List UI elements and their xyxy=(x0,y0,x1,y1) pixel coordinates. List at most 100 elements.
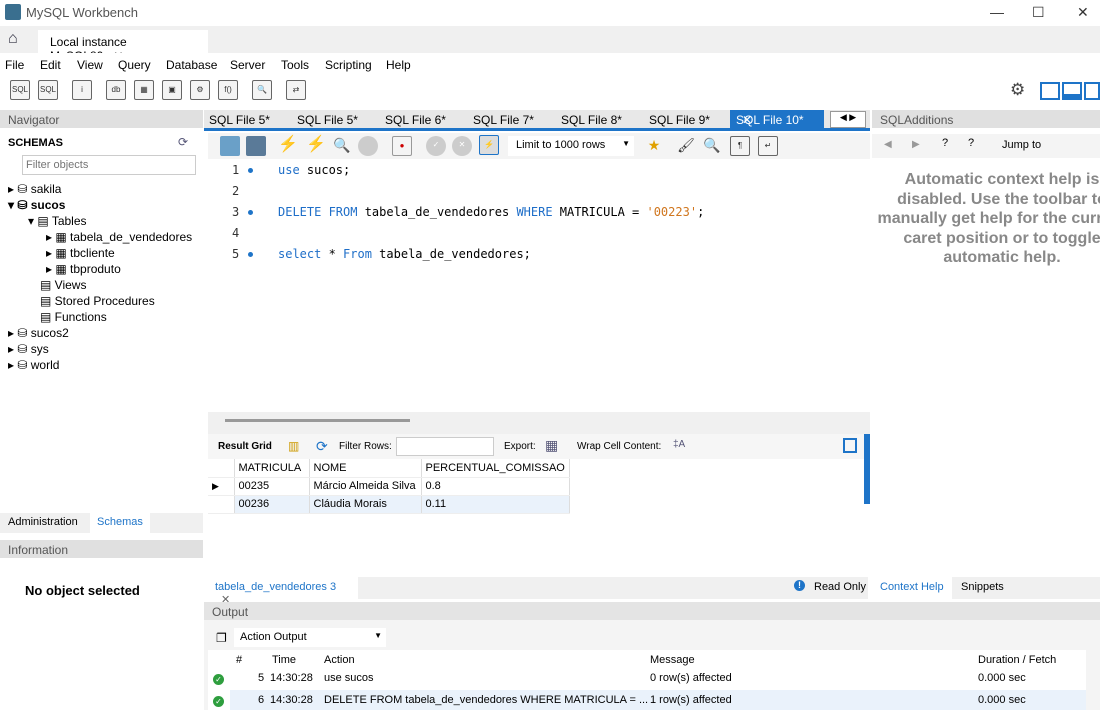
search-table-data-icon[interactable]: 🔍 xyxy=(252,80,272,100)
cell[interactable]: 0.11 xyxy=(421,495,570,514)
menu-query[interactable]: Query xyxy=(118,58,151,72)
create-function-icon[interactable]: f() xyxy=(218,80,238,100)
menu-scripting[interactable]: Scripting xyxy=(325,58,372,72)
refresh-icon[interactable]: ⟳ xyxy=(316,438,328,455)
cell[interactable]: 0.8 xyxy=(421,477,570,496)
column-header[interactable]: PERCENTUAL_COMISSAO xyxy=(421,459,570,478)
commit-icon[interactable]: ✓ xyxy=(426,136,446,156)
horizontal-scrollbar[interactable] xyxy=(225,419,410,422)
new-sql-tab-icon[interactable]: SQL xyxy=(10,80,30,100)
cell[interactable]: Márcio Almeida Silva xyxy=(309,477,422,496)
cell[interactable]: Cláudia Morais xyxy=(309,495,422,514)
filter-rows-input[interactable] xyxy=(396,437,494,456)
menu-help[interactable]: Help xyxy=(386,58,411,72)
menu-view[interactable]: View xyxy=(77,58,103,72)
copy-icon[interactable]: ❐ xyxy=(216,631,227,645)
filter-objects-input[interactable] xyxy=(22,155,196,175)
tree-item-tbcliente[interactable]: ▸ ▦ tbcliente xyxy=(46,246,115,260)
back-icon[interactable]: ◀ xyxy=(884,139,892,150)
result-grid-button[interactable]: Result Grid xyxy=(218,441,272,452)
tab-sql-file[interactable]: SQL File 6* xyxy=(385,113,446,127)
minimize-button[interactable]: — xyxy=(990,4,1004,20)
table-row[interactable]: ▶ 00235 Márcio Almeida Silva 0.8 xyxy=(208,477,570,496)
menu-file[interactable]: File xyxy=(5,58,24,72)
maximize-button[interactable]: ☐ xyxy=(1032,4,1045,21)
grid-view-icon[interactable]: ▥ xyxy=(288,439,299,453)
output-row[interactable]: ✓ 5 14:30:28 use sucos 0 row(s) affected 0.0… xyxy=(208,668,1086,688)
tab-sql-file[interactable]: SQL File 5* xyxy=(209,113,270,127)
toggle-output-icon[interactable] xyxy=(1062,82,1082,100)
tree-item-tbproduto[interactable]: ▸ ▦ tbproduto xyxy=(46,262,121,276)
tab-sql-file[interactable]: SQL File 5* xyxy=(297,113,358,127)
find-icon[interactable]: 🔍 xyxy=(702,136,722,156)
column-header[interactable]: NOME xyxy=(309,459,422,478)
tab-sql-file[interactable]: SQL File 7* xyxy=(473,113,534,127)
tree-item-tabela-de-vendedores[interactable]: ▸ ▦ tabela_de_vendedores xyxy=(46,230,192,244)
tree-item-sucos2[interactable]: ▸ ⛁ sucos2 xyxy=(8,326,69,340)
tab-sql-file[interactable]: SQL File 8* xyxy=(561,113,622,127)
context-help-toggle-icon[interactable]: ? xyxy=(942,137,948,149)
open-file-icon[interactable] xyxy=(220,136,240,156)
tree-item-views[interactable]: ▤ Views xyxy=(40,278,86,292)
table-row[interactable]: 00236 Cláudia Morais 0.11 xyxy=(208,495,570,514)
result-tab[interactable]: tabela_de_vendedores 3 ✕ xyxy=(208,577,358,606)
add-snippet-icon[interactable]: ★ xyxy=(644,136,664,156)
tree-item-sucos[interactable]: ▾ ⛁ sucos xyxy=(8,198,65,212)
create-view-icon[interactable]: ▣ xyxy=(162,80,182,100)
tab-administration[interactable]: Administration xyxy=(8,516,78,528)
menu-tools[interactable]: Tools xyxy=(281,58,309,72)
limit-rows-select[interactable]: Limit to 1000 rows ▼ xyxy=(508,136,634,156)
tree-item-stored-procedures[interactable]: ▤ Stored Procedures xyxy=(40,294,155,308)
tab-scroll-arrows-icon[interactable]: ◀ ▶ xyxy=(830,111,866,128)
invisible-chars-icon[interactable]: ¶ xyxy=(730,136,750,156)
create-procedure-icon[interactable]: ⚙ xyxy=(190,80,210,100)
tree-item-sakila[interactable]: ▸ ⛁ sakila xyxy=(8,182,61,196)
autocommit-icon[interactable]: ⚡ xyxy=(479,135,499,155)
home-icon[interactable]: ⌂ xyxy=(8,30,18,48)
toggle-result-panel-icon[interactable] xyxy=(843,438,857,453)
execute-icon[interactable]: ⚡ xyxy=(278,136,298,156)
schema-inspector-icon[interactable]: i xyxy=(72,80,92,100)
connection-tab[interactable]: Local instance MySQL80✕ xyxy=(38,30,208,63)
stop-on-error-icon[interactable]: ● xyxy=(392,136,412,156)
refresh-icon[interactable]: ⟳ xyxy=(178,135,188,149)
menu-database[interactable]: Database xyxy=(166,58,217,72)
explain-icon[interactable]: 🔍 xyxy=(332,136,352,156)
cell[interactable]: 00236 xyxy=(234,495,310,514)
create-schema-icon[interactable]: db xyxy=(106,80,126,100)
toggle-secondary-sidebar-icon[interactable] xyxy=(1084,82,1100,100)
auto-help-icon[interactable]: ? xyxy=(968,137,974,149)
tree-item-world[interactable]: ▸ ⛁ world xyxy=(8,358,59,372)
tree-item-tables[interactable]: ▾ ▤ Tables xyxy=(28,214,87,228)
wrap-cell-icon[interactable]: ‡A xyxy=(673,439,685,450)
cell[interactable]: 00235 xyxy=(234,477,310,496)
settings-icon[interactable]: ⚙ xyxy=(1010,80,1025,100)
tab-context-help[interactable]: Context Help xyxy=(872,577,952,599)
tree-item-sys[interactable]: ▸ ⛁ sys xyxy=(8,342,49,356)
tab-sql-file-active[interactable]: SQL File 10* ✕ xyxy=(730,110,824,131)
output-type-select[interactable]: Action Output ▼ xyxy=(234,628,386,647)
create-table-icon[interactable]: ▦ xyxy=(134,80,154,100)
jump-to-select[interactable]: Jump to xyxy=(1002,139,1041,151)
sql-editor[interactable]: 1 use sucos; 2 3 DELETE FROM tabela_de_v… xyxy=(208,160,870,412)
forward-icon[interactable]: ▶ xyxy=(912,139,920,150)
save-icon[interactable] xyxy=(246,136,266,156)
tab-sql-file[interactable]: SQL File 9* xyxy=(649,113,710,127)
output-row[interactable]: ✓ 6 14:30:28 DELETE FROM tabela_de_vendedo… xyxy=(213,690,1086,710)
toggle-sidebar-icon[interactable] xyxy=(1040,82,1060,100)
reconnect-icon[interactable]: ⇄ xyxy=(286,80,306,100)
result-side-tab[interactable] xyxy=(864,434,870,504)
menu-server[interactable]: Server xyxy=(230,58,265,72)
column-header[interactable]: MATRICULA xyxy=(234,459,310,478)
close-button[interactable]: ✕ xyxy=(1077,4,1089,21)
tab-snippets[interactable]: Snippets xyxy=(961,581,1004,593)
execute-current-icon[interactable]: ⚡ xyxy=(306,136,326,156)
tree-item-functions[interactable]: ▤ Functions xyxy=(40,310,107,324)
wrap-lines-icon[interactable]: ↵ xyxy=(758,136,778,156)
export-icon[interactable]: ▦ xyxy=(545,437,558,454)
menu-edit[interactable]: Edit xyxy=(40,58,61,72)
beautify-icon[interactable]: 🖌 xyxy=(676,136,696,156)
stop-icon[interactable] xyxy=(358,136,378,156)
rollback-icon[interactable]: ✕ xyxy=(452,136,472,156)
open-sql-script-icon[interactable]: SQL xyxy=(38,80,58,100)
